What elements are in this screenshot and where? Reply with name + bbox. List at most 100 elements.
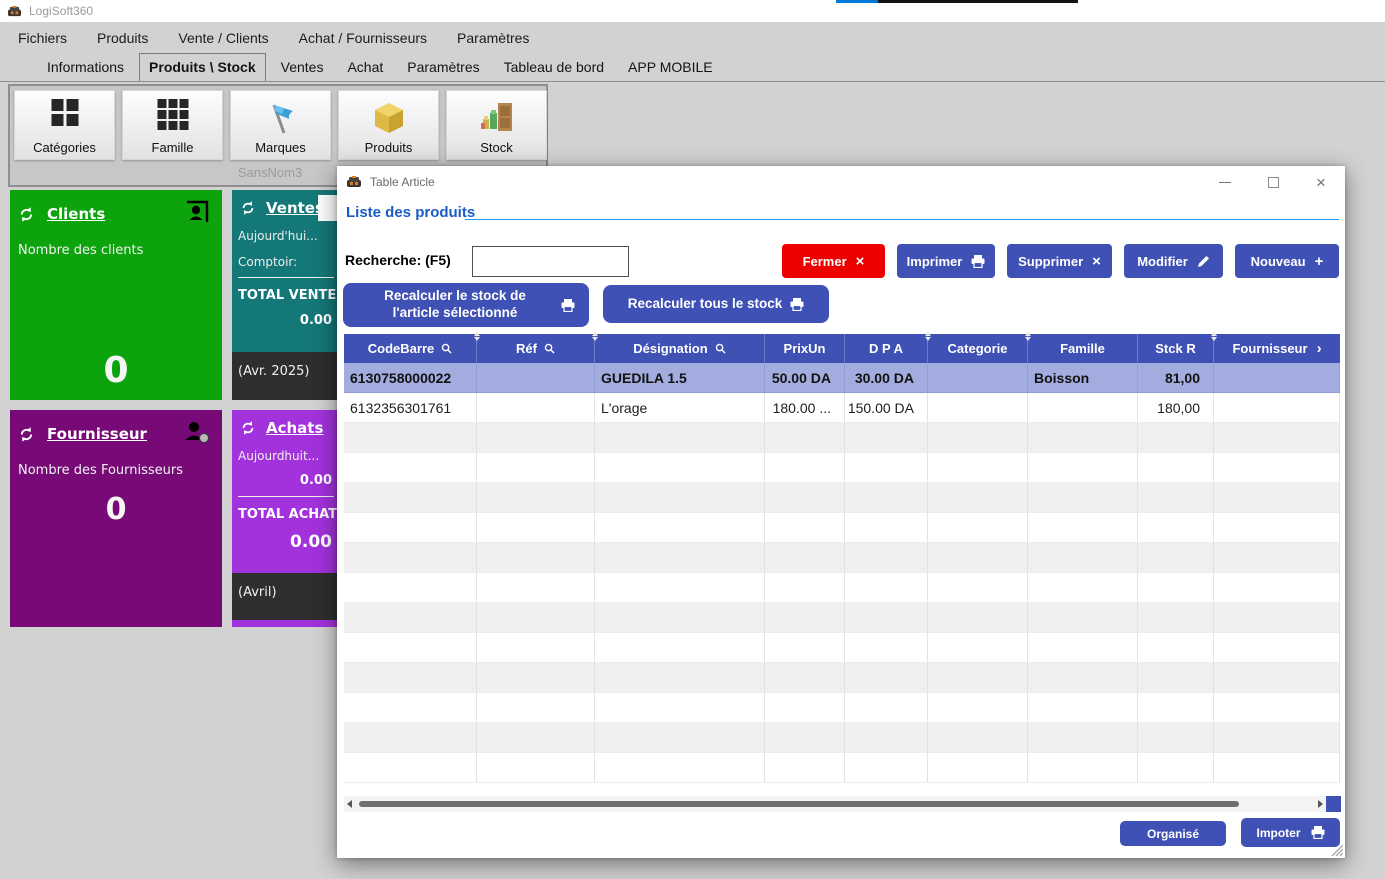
importer-button[interactable]: Impoter (1241, 818, 1340, 847)
column-header-fournisseur[interactable]: Fournisseur › (1214, 334, 1340, 363)
table-row-selected[interactable]: 6130758000022 GUEDILA 1.5 50.00 DA 30.00… (344, 363, 1340, 393)
table-cell-empty (1138, 693, 1214, 723)
tab-parametres[interactable]: Paramètres (398, 54, 488, 81)
table-cell-empty (595, 453, 765, 483)
table-cell-empty (595, 753, 765, 783)
scrollbar-thumb[interactable] (359, 801, 1239, 807)
table-row-empty[interactable] (344, 573, 1340, 603)
toolbar-button-produits[interactable]: Produits (338, 90, 439, 160)
modifier-button[interactable]: Modifier (1124, 244, 1223, 278)
table-cell-empty (1138, 723, 1214, 753)
refresh-icon[interactable] (18, 426, 35, 443)
tile-clients-link[interactable]: Clients (47, 205, 105, 223)
table-article-dialog: Table Article × Liste des produits Reche… (337, 166, 1345, 858)
table-cell-empty (1138, 483, 1214, 513)
table-cell-empty (845, 513, 928, 543)
table-cell-empty (845, 543, 928, 573)
table-cell-empty (1028, 483, 1138, 513)
cell-stckr: 180,00 (1138, 393, 1214, 423)
sort-caret[interactable] (1211, 332, 1217, 341)
tab-tableau-de-bord[interactable]: Tableau de bord (495, 54, 613, 81)
recalc-selected-button[interactable]: Recalculer le stock del'article sélectio… (343, 283, 589, 327)
column-header-dpa[interactable]: D P A (845, 334, 928, 363)
table-cell-empty (1138, 663, 1214, 693)
column-header-stckr[interactable]: Stck R (1138, 334, 1214, 363)
refresh-icon[interactable] (18, 206, 35, 223)
table-row-empty[interactable] (344, 723, 1340, 753)
column-header-codebarre[interactable]: CodeBarre (344, 334, 477, 363)
column-header-famille[interactable]: Famille (1028, 334, 1138, 363)
table-cell-empty (477, 753, 595, 783)
tile-achats-link[interactable]: Achats (266, 419, 323, 437)
tab-ventes[interactable]: Ventes (272, 54, 333, 81)
section-title: Liste des produits (346, 204, 475, 221)
fermer-button[interactable]: Fermer × (782, 244, 885, 278)
horizontal-scrollbar[interactable] (344, 796, 1326, 812)
tab-app-mobile[interactable]: APP MOBILE (619, 54, 722, 81)
recalc-all-button[interactable]: Recalculer tous le stock (603, 285, 829, 323)
table-row-empty[interactable] (344, 693, 1340, 723)
sort-caret[interactable] (925, 332, 931, 341)
cell-fournisseur (1214, 393, 1340, 423)
sort-caret[interactable] (592, 332, 598, 341)
menu-item-fichiers[interactable]: Fichiers (12, 26, 73, 50)
table-row-empty[interactable] (344, 753, 1340, 783)
table-row-empty[interactable] (344, 663, 1340, 693)
table-row[interactable]: 6132356301761 L'orage 180.00 ... 150.00 … (344, 393, 1340, 423)
minimize-button[interactable] (1203, 166, 1247, 198)
menu-item-produits[interactable]: Produits (91, 26, 154, 50)
toolbar-label: Famille (152, 140, 194, 155)
close-button[interactable]: × (1299, 166, 1343, 198)
scroll-right-arrow-icon[interactable] (1318, 800, 1323, 808)
toolbar-button-marques[interactable]: Marques (230, 90, 331, 160)
person-icon (184, 199, 210, 229)
refresh-icon[interactable] (240, 200, 256, 216)
table-row-empty[interactable] (344, 513, 1340, 543)
supprimer-button[interactable]: Supprimer × (1007, 244, 1112, 278)
column-header-ref[interactable]: Réf (477, 334, 595, 363)
tab-achat[interactable]: Achat (338, 54, 392, 81)
table-row-empty[interactable] (344, 633, 1340, 663)
maximize-button[interactable] (1251, 166, 1295, 198)
table-cell-empty (344, 543, 477, 573)
table-row-empty[interactable] (344, 603, 1340, 633)
table-cell-empty (928, 603, 1028, 633)
toolbar-caption: SansNom3 (195, 165, 345, 180)
nouveau-button[interactable]: Nouveau + (1235, 244, 1339, 278)
table-cell-empty (928, 633, 1028, 663)
tile-fournisseur-link[interactable]: Fournisseur (47, 425, 147, 443)
toolbar-button-famille[interactable]: Famille (122, 90, 223, 160)
stock-shelf-icon (477, 99, 517, 137)
column-header-designation[interactable]: Désignation (595, 334, 765, 363)
menu-item-parametres[interactable]: Paramètres (451, 26, 535, 50)
table-row-empty[interactable] (344, 483, 1340, 513)
famille-grid-icon (157, 99, 188, 130)
table-row-empty[interactable] (344, 453, 1340, 483)
menu-item-vente-clients[interactable]: Vente / Clients (172, 26, 274, 50)
tile-ventes-link[interactable]: Ventes (266, 199, 324, 217)
column-header-prixun[interactable]: PrixUn (765, 334, 845, 363)
table-row-empty[interactable] (344, 543, 1340, 573)
toolbar-button-stock[interactable]: Stock (446, 90, 547, 160)
refresh-icon[interactable] (240, 420, 256, 436)
sort-caret[interactable] (1025, 332, 1031, 341)
tab-produits-stock[interactable]: Produits \ Stock (139, 53, 266, 81)
menu-item-achat-fournisseurs[interactable]: Achat / Fournisseurs (293, 26, 433, 50)
resize-grip[interactable] (1329, 842, 1343, 856)
ventes-period: (Avr. 2025) (232, 352, 340, 400)
search-input[interactable] (472, 246, 629, 277)
toolbar-label: Produits (365, 140, 413, 155)
tab-informations[interactable]: Informations (38, 54, 133, 81)
scroll-left-arrow-icon[interactable] (347, 800, 352, 808)
chevron-right-icon[interactable]: › (1317, 340, 1322, 357)
toolbar-button-categories[interactable]: Catégories (14, 90, 115, 160)
sort-caret[interactable] (474, 332, 480, 341)
table-cell-empty (1028, 603, 1138, 633)
imprimer-button[interactable]: Imprimer (897, 244, 995, 278)
table-row-empty[interactable] (344, 423, 1340, 453)
person-plus-icon (182, 419, 210, 449)
table-cell-empty (928, 573, 1028, 603)
dialog-titlebar[interactable]: Table Article × (337, 166, 1345, 198)
organise-button[interactable]: Organisé (1120, 821, 1226, 846)
column-header-categorie[interactable]: Categorie (928, 334, 1028, 363)
